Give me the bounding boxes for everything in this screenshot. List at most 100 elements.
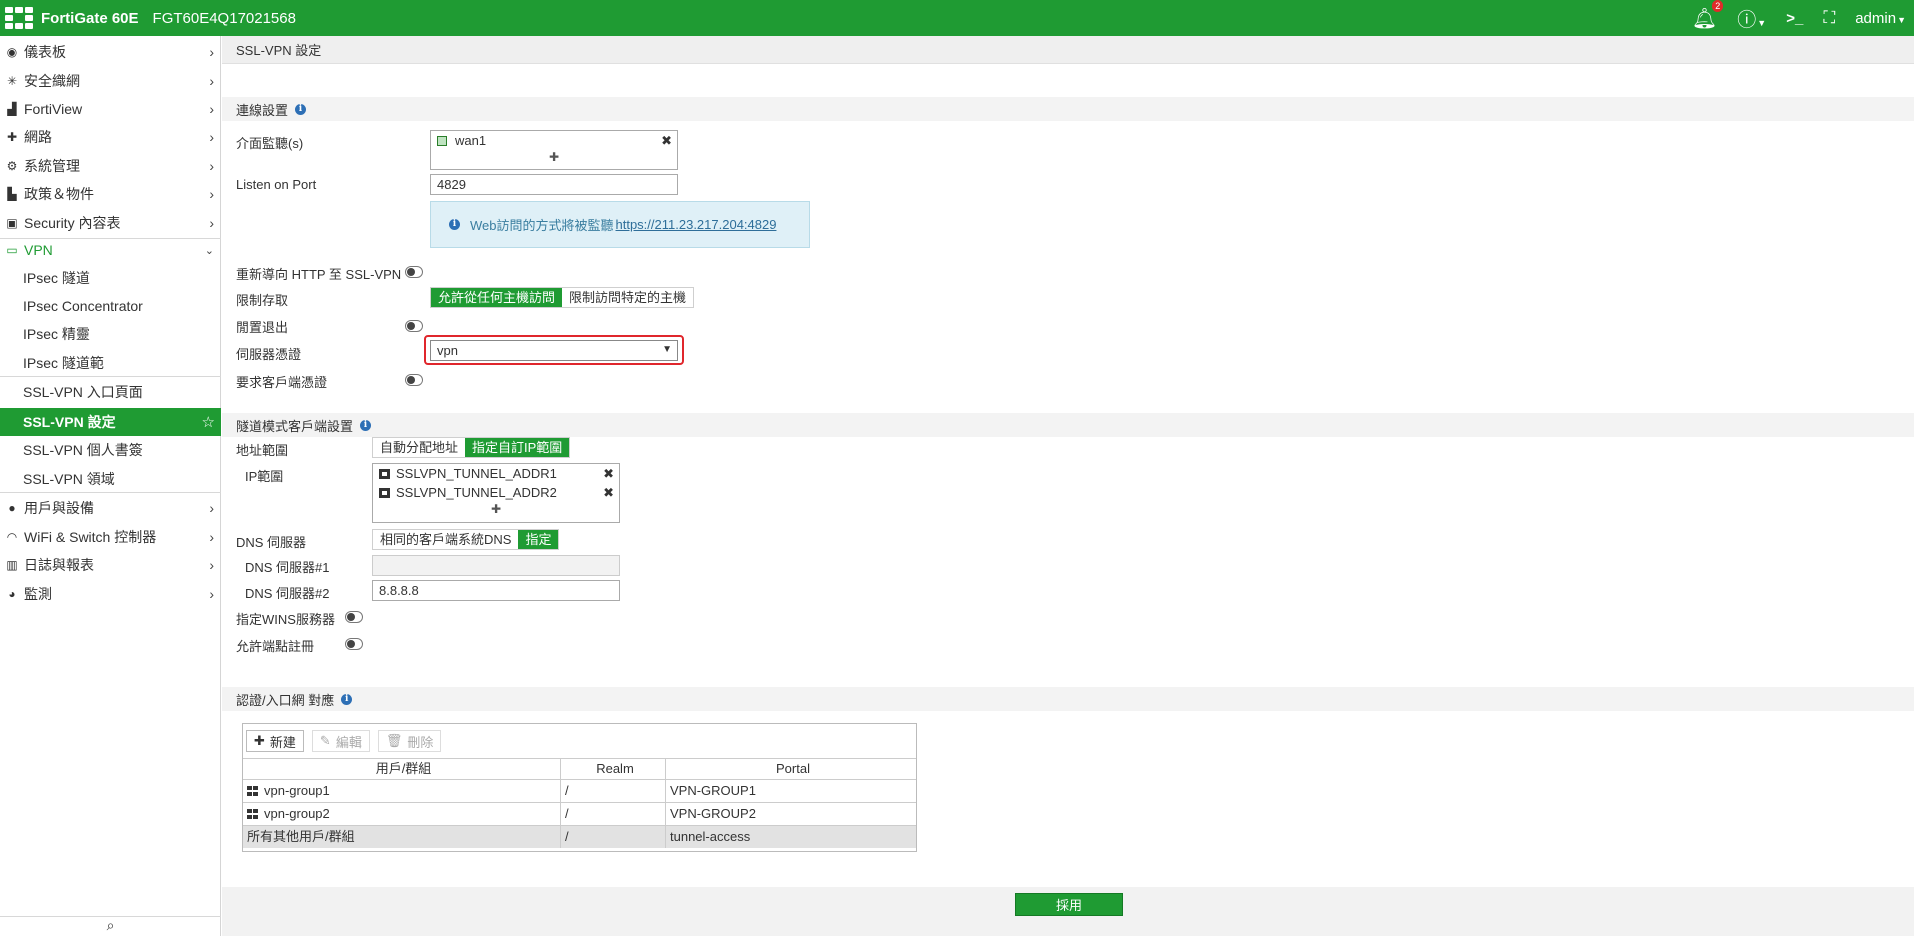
chevron-right-icon: › bbox=[209, 215, 214, 231]
sidebar-search-button[interactable]: ⌕ bbox=[0, 916, 221, 936]
sidebar-item-vpn[interactable]: ▭ VPN ⌄ bbox=[0, 236, 221, 264]
dns-server-segmented: 相同的客戶端系統DNS 指定 bbox=[372, 529, 560, 550]
edit-button[interactable]: ✎ 編輯 bbox=[311, 730, 370, 752]
chevron-right-icon: › bbox=[209, 73, 214, 89]
endpoint-registration-label: 允許端點註冊 bbox=[236, 639, 315, 654]
cell-user: vpn-group1 bbox=[243, 780, 561, 802]
tunnel-mode-settings-header: 隧道模式客戶端設置 i bbox=[222, 413, 1914, 437]
button-label: 新建 bbox=[269, 734, 296, 750]
interface-name: wan1 bbox=[455, 133, 487, 148]
gear-icon: ⚙ bbox=[6, 159, 18, 173]
dns-server2-input[interactable]: 8.8.8.8 bbox=[372, 580, 620, 601]
network-icon: ✚ bbox=[6, 130, 18, 144]
custom-ip-range-option[interactable]: 指定自訂IP範圍 bbox=[465, 438, 570, 457]
policy-icon: ▙ bbox=[7, 187, 17, 201]
fortiview-icon: ▟ bbox=[7, 102, 17, 116]
sidebar-item-log-report[interactable]: ▥ 日誌與報表 › bbox=[0, 551, 221, 579]
add-ip-range-button[interactable]: ✚ bbox=[373, 502, 619, 518]
redirect-http-label: 重新導向 HTTP 至 SSL-VPN bbox=[236, 267, 402, 282]
terminal-icon: >_ bbox=[1786, 9, 1804, 27]
idle-timeout-toggle[interactable] bbox=[405, 320, 423, 332]
apply-button[interactable]: 採用 bbox=[1015, 893, 1123, 916]
cell-realm: / bbox=[561, 780, 666, 802]
help-button[interactable]: ⓘ▼ bbox=[1737, 5, 1766, 32]
listen-interface-select[interactable]: wan1 ✖ ✚ bbox=[430, 130, 678, 170]
create-new-button[interactable]: ✚ 新建 bbox=[246, 730, 304, 752]
info-icon[interactable]: i bbox=[295, 103, 307, 115]
chevron-right-icon: › bbox=[209, 586, 214, 602]
listen-port-input[interactable]: 4829 bbox=[430, 174, 678, 195]
server-certificate-select[interactable]: vpn ▼ bbox=[430, 340, 678, 361]
column-header-users-groups[interactable]: 用戶/群組 bbox=[243, 759, 561, 779]
sidebar-item-dashboard[interactable]: ◉ 儀表板 › bbox=[0, 38, 221, 66]
table-row[interactable]: vpn-group2 / VPN-GROUP2 bbox=[243, 802, 916, 825]
main-content: SSL-VPN 設定 連線設置 i 介面監聽(s) wan1 ✖ ✚ Liste… bbox=[222, 36, 1914, 936]
sidebar-item-label: IPsec 精靈 bbox=[23, 326, 90, 342]
info-icon[interactable]: i bbox=[360, 419, 372, 431]
sidebar-item-ssl-vpn-portals[interactable]: SSL-VPN 入口頁面 bbox=[0, 378, 221, 406]
sidebar-item-ssl-vpn-settings[interactable]: SSL-VPN 設定 ☆ bbox=[0, 408, 221, 436]
endpoint-registration-toggle[interactable] bbox=[345, 638, 363, 650]
ip-range-name: SSLVPN_TUNNEL_ADDR1 bbox=[396, 466, 557, 481]
fullscreen-button[interactable]: ⛶ bbox=[1823, 8, 1835, 28]
same-as-client-dns-option[interactable]: 相同的客戶端系統DNS bbox=[373, 530, 519, 549]
sidebar-item-label: IPsec 隧道 bbox=[23, 270, 90, 286]
idle-timeout-label: 閒置退出 bbox=[236, 320, 289, 335]
sidebar-item-security-profiles[interactable]: ▣ Security 內容表 › bbox=[0, 209, 221, 237]
sidebar-item-ssl-vpn-bookmarks[interactable]: SSL-VPN 個人書簽 bbox=[0, 436, 221, 464]
sidebar-item-network[interactable]: ✚ 網路 › bbox=[0, 123, 221, 151]
star-icon[interactable]: ☆ bbox=[202, 413, 215, 431]
fortinet-logo-icon[interactable] bbox=[5, 7, 35, 29]
sidebar-item-security-fabric[interactable]: ✳ 安全織網 › bbox=[0, 67, 221, 95]
trash-icon: 🗑︎ bbox=[385, 733, 403, 748]
dns-server1-input[interactable] bbox=[372, 555, 620, 576]
device-serial: FGT60E4Q17021568 bbox=[152, 9, 296, 27]
web-access-info-box: i Web訪問的方式將被監聽 https://211.23.217.204:48… bbox=[430, 201, 810, 248]
allow-any-host-option[interactable]: 允許從任何主機訪問 bbox=[431, 288, 563, 307]
sidebar-item-ssl-vpn-realms[interactable]: SSL-VPN 領域 bbox=[0, 465, 221, 493]
redirect-http-toggle[interactable] bbox=[405, 266, 423, 278]
sidebar-item-fortiview[interactable]: ▟ FortiView › bbox=[0, 95, 221, 123]
sidebar-item-policy-objects[interactable]: ▙ 政策＆物件 › bbox=[0, 180, 221, 208]
notifications-button[interactable]: 🔔︎ 2 bbox=[1692, 0, 1724, 31]
remove-icon[interactable]: ✖ bbox=[603, 485, 614, 501]
sidebar-item-label: 政策＆物件 bbox=[24, 186, 94, 202]
column-header-portal[interactable]: Portal bbox=[666, 759, 916, 779]
require-client-cert-toggle[interactable] bbox=[405, 374, 423, 386]
info-icon[interactable]: i bbox=[341, 693, 353, 705]
limit-specific-hosts-option[interactable]: 限制訪問特定的主機 bbox=[562, 288, 694, 307]
cli-console-button[interactable]: >_ bbox=[1786, 10, 1803, 27]
sidebar-item-monitor[interactable]: ◕ 監測 › bbox=[0, 580, 221, 608]
sidebar-item-system[interactable]: ⚙ 系統管理 › bbox=[0, 152, 221, 180]
table-toolbar: ✚ 新建 ✎ 編輯 🗑︎ 刪除 bbox=[243, 724, 916, 758]
sidebar-item-user-device[interactable]: ● 用戶與設備 › bbox=[0, 494, 221, 522]
admin-username: admin bbox=[1855, 9, 1897, 27]
delete-button[interactable]: 🗑︎ 刪除 bbox=[377, 730, 442, 752]
sidebar-item-label: SSL-VPN 個人書簽 bbox=[23, 442, 143, 458]
sidebar-item-ipsec-wizard[interactable]: IPsec 精靈 bbox=[0, 320, 221, 348]
table-row[interactable]: 所有其他用戶/群組 / tunnel-access bbox=[243, 825, 916, 848]
address-object-icon bbox=[379, 468, 390, 479]
add-interface-button[interactable]: ✚ bbox=[431, 150, 677, 166]
chevron-right-icon: › bbox=[209, 158, 214, 174]
table-row[interactable]: vpn-group1 / VPN-GROUP1 bbox=[243, 779, 916, 802]
remove-icon[interactable]: ✖ bbox=[603, 466, 614, 482]
admin-menu[interactable]: admin▼ bbox=[1855, 10, 1906, 27]
sidebar-item-ipsec-templates[interactable]: IPsec 隧道範 bbox=[0, 349, 221, 377]
auto-assign-option[interactable]: 自動分配地址 bbox=[373, 438, 466, 457]
fullscreen-icon: ⛶ bbox=[1823, 8, 1836, 27]
ip-range-select[interactable]: SSLVPN_TUNNEL_ADDR1 ✖ SSLVPN_TUNNEL_ADDR… bbox=[372, 463, 620, 523]
sidebar-item-ipsec-concentrator[interactable]: IPsec Concentrator bbox=[0, 292, 221, 320]
remove-icon[interactable]: ✖ bbox=[661, 133, 672, 149]
wins-server-toggle[interactable] bbox=[345, 611, 363, 623]
pencil-icon: ✎ bbox=[319, 733, 331, 748]
user-group-icon bbox=[247, 809, 258, 819]
column-header-realm[interactable]: Realm bbox=[561, 759, 666, 779]
sidebar-item-label: IPsec Concentrator bbox=[23, 298, 143, 314]
sidebar-item-label: WiFi & Switch 控制器 bbox=[24, 529, 157, 545]
web-access-link[interactable]: https://211.23.217.204:4829 bbox=[616, 217, 777, 232]
help-icon: ⓘ bbox=[1737, 9, 1757, 31]
sidebar-item-wifi-switch[interactable]: ◠ WiFi & Switch 控制器 › bbox=[0, 523, 221, 551]
specify-dns-option[interactable]: 指定 bbox=[518, 530, 559, 549]
sidebar-item-ipsec-tunnels[interactable]: IPsec 隧道 bbox=[0, 264, 221, 292]
